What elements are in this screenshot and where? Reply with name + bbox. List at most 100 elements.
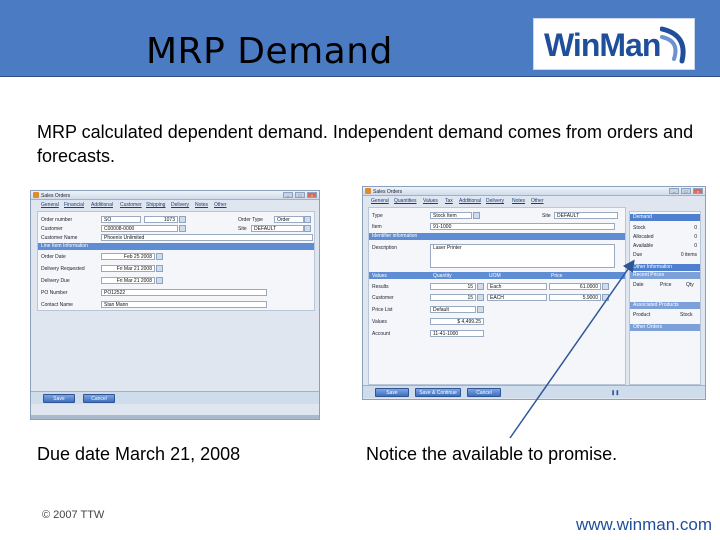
account-label: Account [372,331,391,337]
order-number-lookup-button[interactable] [179,216,186,223]
minimize-icon[interactable]: – [669,188,679,194]
tab-additional[interactable]: Additional [91,202,113,208]
price-list-select[interactable]: Default [430,306,476,313]
type-select[interactable]: Stock Item [430,212,472,219]
maximize-icon[interactable]: □ [681,188,691,194]
delivery-due-field[interactable]: Fri Mar 21 2008 [101,277,155,284]
tab-bar: General Financial Additional Customer Sh… [31,201,319,209]
other-orders-header[interactable]: Other Orders [630,324,700,331]
order-form-panel: Order number SO 1073 Order Type Order Cu… [37,211,315,311]
delivery-requested-field[interactable]: Fri Mar 21 2008 [101,265,155,272]
values-column-header: Values [372,273,387,279]
po-number-label: PO Number [41,290,68,296]
delivery-due-label: Delivery Due [41,278,70,284]
tab-notes[interactable]: Notes [512,198,525,204]
values-grid-header: Values Quantity UOM Price [369,272,625,279]
qty-spin-button[interactable] [477,294,484,301]
sales-order-window: Sales Orders – □ × General Financial Add… [30,190,320,420]
tab-delivery[interactable]: Delivery [171,202,189,208]
identifier-section-bar: Identifier information [369,233,625,240]
grid-row-qty[interactable]: 15 [430,294,476,301]
grid-row-label: Customer [372,295,394,301]
line-item-section-bar: Line Item Information [38,243,314,250]
tab-values[interactable]: Values [423,198,438,204]
tab-notes[interactable]: Notes [195,202,208,208]
type-label: Type [372,213,383,219]
grid-row-label: Results [372,284,389,290]
order-number-label: Order number [41,217,73,223]
grid-row-uom[interactable]: EACH [487,294,547,301]
contact-name-label: Contact Name [41,302,73,308]
item-field[interactable]: 91-1000 [430,223,615,230]
order-prefix-field[interactable]: SO [101,216,141,223]
tab-additional[interactable]: Additional [459,198,481,204]
winman-logo: WinMan [533,18,695,70]
tab-delivery[interactable]: Delivery [486,198,504,204]
save-button[interactable]: Save [375,388,409,397]
caption-right: Notice the available to promise. [366,444,618,464]
delivery-due-picker-button[interactable] [156,277,163,284]
due-value: 0 items [680,252,697,258]
app-icon [33,192,39,198]
customer-field[interactable]: C00008-0000 [101,225,178,232]
window-button-bar: Save Cancel [31,391,319,404]
description-field[interactable]: Laser Printer [430,244,615,268]
demand-header: Demand [630,214,700,221]
close-icon[interactable]: × [307,192,317,198]
copyright: © 2007 TTW [42,509,105,521]
grid-row-uom[interactable]: Each [487,283,547,290]
line-item-window: Sales Orders – □ × General Quantities Va… [362,186,706,400]
associated-products-header[interactable]: Associated Products [630,302,700,309]
window-titlebar: Sales Orders – □ × [363,187,705,196]
window-title: Sales Orders [41,193,71,199]
price-spin-button[interactable] [602,294,609,301]
order-number-field[interactable]: 1073 [144,216,178,223]
cancel-button[interactable]: Cancel [83,394,115,403]
tab-customer[interactable]: Customer [120,202,142,208]
website-link[interactable]: www.winman.com [576,515,712,535]
order-type-select[interactable]: Order [274,216,304,223]
pause-icon: ❚❚ [611,390,620,396]
price-list-dropdown-button[interactable] [477,306,484,313]
grid-row-price[interactable]: 61.0000 [549,283,601,290]
order-date-field[interactable]: Feb 25 2008 [101,253,155,260]
customer-lookup-button[interactable] [179,225,186,232]
tab-bar: General Quantities Values Tax Additional… [363,197,705,205]
account-field[interactable]: 11-41-1000 [430,330,484,337]
site-field[interactable]: DEFAULT [251,225,304,232]
tab-quantities[interactable]: Quantities [394,198,417,204]
delivery-requested-picker-button[interactable] [156,265,163,272]
order-type-dropdown-button[interactable] [304,216,311,223]
customer-name-field[interactable]: Phoenix Unlimited [101,234,313,241]
type-dropdown-button[interactable] [473,212,480,219]
recent-prices-header[interactable]: Recent Prices [630,272,700,279]
tab-general[interactable]: General [41,202,59,208]
tab-general[interactable]: General [371,198,389,204]
order-date-picker-button[interactable] [156,253,163,260]
site-field[interactable]: DEFAULT [554,212,618,219]
tab-other[interactable]: Other [214,202,227,208]
description-label: Description [372,245,398,251]
minimize-icon[interactable]: – [283,192,293,198]
grid-row-price[interactable]: 5.9000 [549,294,601,301]
save-continue-button[interactable]: Save & Continue [415,388,461,397]
site-dropdown-button[interactable] [304,225,311,232]
grid-row-qty[interactable]: 15 [430,283,476,290]
save-button[interactable]: Save [43,394,75,403]
contact-name-field[interactable]: Stan Mann [101,301,267,308]
qty-spin-button[interactable] [477,283,484,290]
due-label: Due [633,252,643,258]
maximize-icon[interactable]: □ [295,192,305,198]
close-icon[interactable]: × [693,188,703,194]
cancel-button[interactable]: Cancel [467,388,501,397]
tab-tax[interactable]: Tax [445,198,453,204]
values-field[interactable]: $ 4,499.25 [430,318,484,325]
price-spin-button[interactable] [602,283,609,290]
tab-other[interactable]: Other [531,198,544,204]
po-number-field[interactable]: PO12522 [101,289,267,296]
values-label: Values [372,319,387,325]
tab-shipping[interactable]: Shipping [146,202,165,208]
tab-financial[interactable]: Financial [64,202,84,208]
uom-column-header: UOM [489,273,501,279]
status-strip [31,415,319,419]
